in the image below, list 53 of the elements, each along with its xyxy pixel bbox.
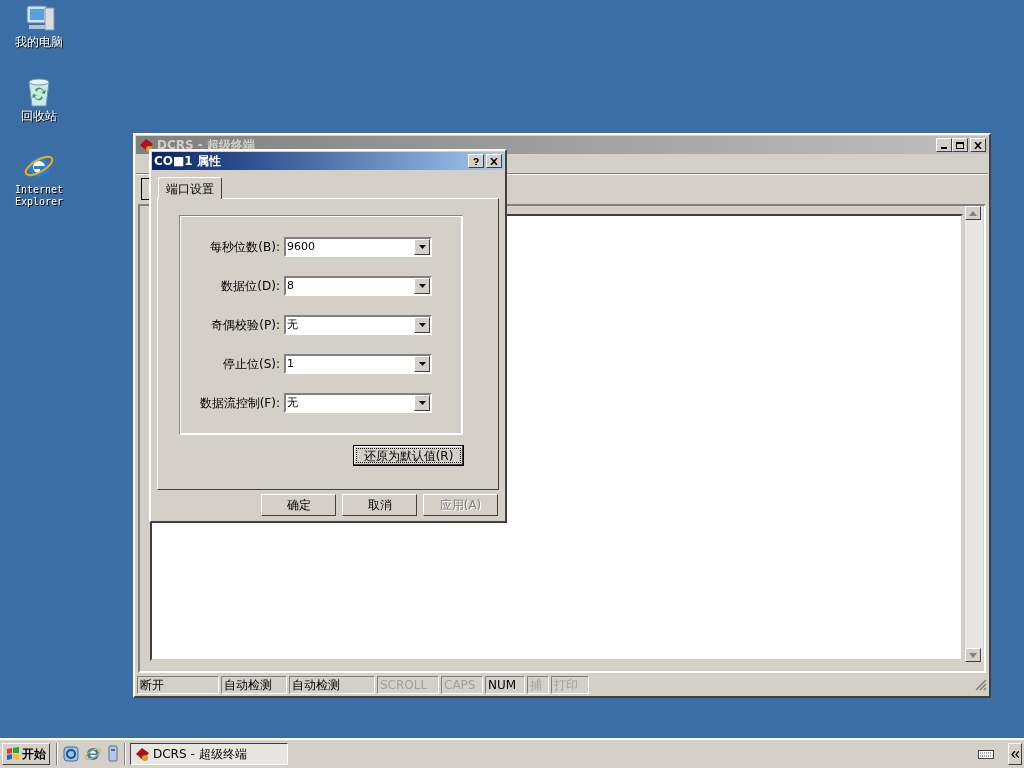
field-label: 停止位(S): [221,356,281,373]
dialog-button[interactable]: 确定 [261,494,336,516]
double-chevron-icon [1011,750,1019,758]
desktop-icon-label[interactable]: 我的电脑 [4,36,74,48]
dropdown-field[interactable]: 无 [284,315,432,335]
expand-tray-button[interactable] [1008,743,1022,765]
resize-grip-icon [975,679,987,691]
taskbar-button[interactable]: DCRS - 超级终端 [130,743,288,765]
status-pane: 自动检测 [289,676,375,694]
desktop-shortcut-icon [62,745,80,763]
desktop-icon-label[interactable]: 回收站 [4,110,74,122]
desktop-icon-label[interactable]: Internet Explorer [4,184,74,208]
dropdown-arrow-icon [418,401,426,405]
maximize-button[interactable] [952,138,968,152]
up-arrow-icon [969,209,977,217]
minimize-button[interactable] [936,138,952,152]
tab[interactable]: 端口设置 [158,177,222,199]
field-label: 数据流控制(F): [198,395,281,412]
dropdown-arrow-icon [418,323,426,327]
dropdown-arrow-icon [418,362,426,366]
field-label: 奇偶校验(P): [210,317,281,334]
status-pane: 断开 [137,676,219,694]
status-pane: NUM [485,676,525,694]
scroll-up-button[interactable] [965,206,981,220]
dropdown-arrow-icon [418,284,426,288]
scrollbar[interactable] [965,206,983,662]
close-icon [974,141,982,149]
maximize-icon [956,141,964,149]
dropdown-field[interactable]: 1 [284,354,432,374]
close-icon [490,157,498,165]
browser-e-icon [84,745,102,763]
windows-flag-icon [6,747,20,761]
keyboard-icon [978,748,994,760]
app-icon [134,747,150,761]
start-button[interactable]: 开始 [2,743,50,765]
scroll-down-button[interactable] [965,648,981,662]
dropdown-field[interactable]: 9600 [284,237,432,257]
server-icon [106,745,120,763]
down-arrow-icon [969,651,977,659]
computer-icon [23,2,55,34]
dialog-title: CO■1 属性 [154,153,222,170]
question-mark-icon [472,157,480,165]
reset-defaults-button[interactable]: 还原为默认值(R) [353,445,464,466]
dropdown-arrow-icon [418,245,426,249]
help-button[interactable] [468,154,484,168]
dropdown-field[interactable]: 8 [284,276,432,296]
close-button[interactable] [486,154,502,168]
dropdown-field[interactable]: 无 [284,393,432,413]
field-label: 数据位(D): [220,278,281,295]
close-button[interactable] [970,138,986,152]
dialog-button[interactable]: 取消 [342,494,417,516]
field-label: 每秒位数(B): [209,239,281,256]
status-pane: 自动检测 [221,676,287,694]
